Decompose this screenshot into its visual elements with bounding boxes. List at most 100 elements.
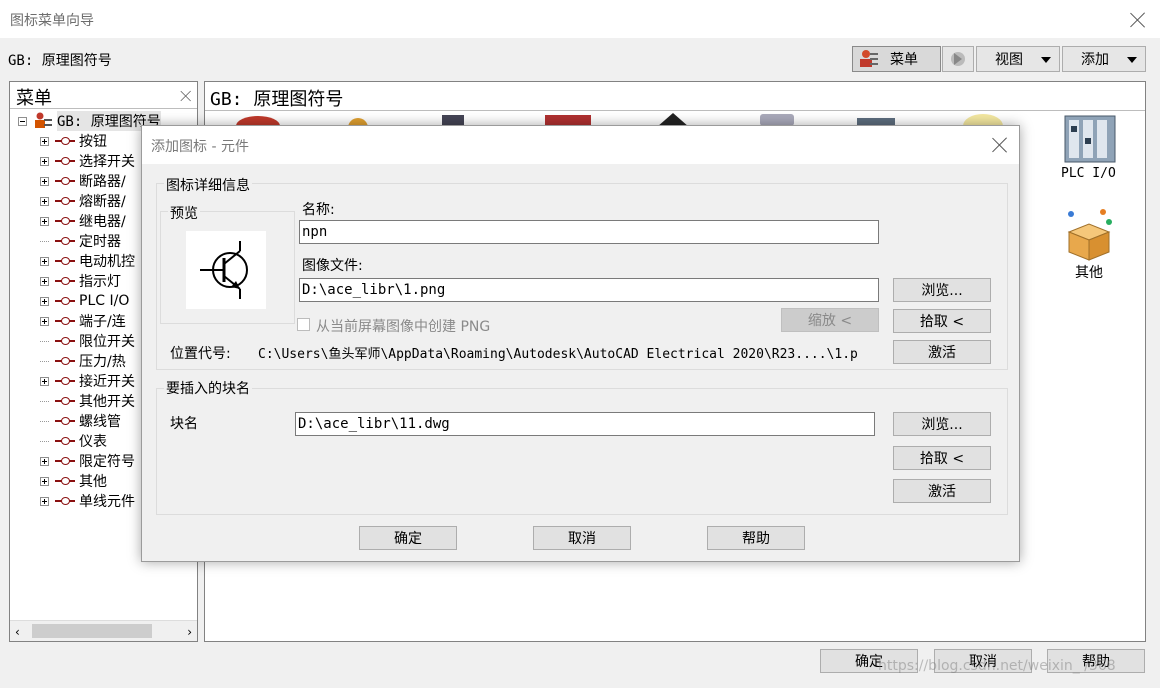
block-group-label: 要插入的块名 [164, 378, 252, 398]
tree-item[interactable]: 螺线管 [40, 411, 121, 431]
dialog-ok-button[interactable]: 确定 [359, 526, 457, 550]
pilot-light-category-icon[interactable] [960, 112, 1006, 126]
dialog-cancel-button[interactable]: 取消 [533, 526, 631, 550]
component-symbol-icon [55, 256, 75, 266]
block-name-input[interactable]: D:\ace_libr\11.dwg [295, 412, 875, 436]
other-box-icon[interactable] [1063, 206, 1115, 262]
tree-item[interactable]: PLC I/O [40, 291, 129, 311]
tree-item[interactable]: 继电器/ [40, 211, 126, 231]
view-dropdown[interactable]: 视图 [976, 46, 1060, 72]
tree-item-label: 按钮 [79, 134, 107, 150]
expand-icon[interactable] [40, 376, 49, 386]
component-symbol-icon [55, 416, 75, 426]
window-titlebar: 图标菜单向导 [0, 0, 1160, 38]
dialog-help-button[interactable]: 帮助 [707, 526, 805, 550]
component-symbol-icon [55, 276, 75, 286]
zoom-button[interactable]: 缩放 < [781, 308, 879, 332]
create-png-label: 从当前屏幕图像中创建 PNG [316, 319, 491, 335]
component-symbol-icon [55, 356, 75, 366]
expand-icon[interactable] [40, 196, 49, 206]
tree-item[interactable]: 其他 [40, 471, 107, 491]
tree-item-label: 螺线管 [79, 414, 121, 430]
component-symbol-icon [55, 296, 75, 306]
tree-item[interactable]: 指示灯 [40, 271, 121, 291]
refresh-button[interactable] [942, 46, 974, 72]
tree-root[interactable]: GB: 原理图符号 [18, 111, 161, 131]
timer-category-icon[interactable] [758, 112, 796, 126]
component-symbol-icon [55, 376, 75, 386]
tree-item-label: 限位开关 [79, 334, 135, 350]
add-dropdown[interactable]: 添加 [1062, 46, 1146, 72]
name-input[interactable]: npn [299, 220, 879, 244]
tree-horizontal-scrollbar[interactable]: ‹ › [10, 620, 197, 641]
menu-tree-title: 菜单 [16, 88, 52, 109]
image-pick-button[interactable]: 拾取 < [893, 309, 991, 333]
collapse-icon[interactable] [18, 116, 27, 126]
block-pick-button[interactable]: 拾取 < [893, 446, 991, 470]
npn-transistor-icon [200, 241, 248, 299]
tree-connector [40, 420, 49, 422]
component-symbol-icon [55, 456, 75, 466]
library-subtitle: GB: 原理图符号 [8, 53, 112, 69]
dialog-close-icon[interactable] [992, 137, 1008, 153]
create-png-checkbox[interactable] [297, 318, 310, 331]
tree-item[interactable]: 按钮 [40, 131, 107, 151]
tree-item-label: 单线元件 [79, 494, 135, 510]
image-file-input[interactable]: D:\ace_libr\1.png [299, 278, 879, 302]
expand-icon[interactable] [40, 476, 49, 486]
expand-icon[interactable] [40, 136, 49, 146]
component-symbol-icon [55, 316, 75, 326]
expand-icon[interactable] [40, 316, 49, 326]
block-group [156, 388, 1008, 515]
expand-icon[interactable] [40, 256, 49, 266]
tree-item[interactable]: 接近开关 [40, 371, 135, 391]
tree-item[interactable]: 仪表 [40, 431, 107, 451]
window-title: 图标菜单向导 [10, 13, 94, 29]
window-close-icon[interactable] [1130, 12, 1146, 28]
expand-icon[interactable] [40, 216, 49, 226]
expand-icon[interactable] [40, 276, 49, 286]
tree-item[interactable]: 选择开关 [40, 151, 135, 171]
plc-io-icon[interactable] [1063, 112, 1117, 164]
tree-item[interactable]: 熔断器/ [40, 191, 126, 211]
tree-item-label: 继电器/ [79, 214, 126, 230]
watermark-text: https://blog.csdn.net/weixin_ /368 [878, 658, 1116, 674]
image-activate-button[interactable]: 激活 [893, 340, 991, 364]
panel-close-icon[interactable] [180, 90, 191, 101]
expand-icon[interactable] [40, 176, 49, 186]
icon-grid-title: GB: 原理图符号 [210, 89, 344, 110]
scroll-left-icon[interactable]: ‹ [15, 625, 20, 639]
component-symbol-icon [55, 436, 75, 446]
component-symbol-icon [55, 136, 75, 146]
menu-button[interactable]: 菜单 [852, 46, 941, 72]
expand-icon[interactable] [40, 496, 49, 506]
tree-item[interactable]: 压力/热 [40, 351, 126, 371]
block-activate-button[interactable]: 激活 [893, 479, 991, 503]
other-label: 其他 [1075, 265, 1103, 281]
expand-icon[interactable] [40, 296, 49, 306]
scrollbar-thumb[interactable] [32, 624, 152, 638]
tree-item[interactable]: 断路器/ [40, 171, 126, 191]
root-folder-icon [35, 112, 52, 128]
tree-item[interactable]: 电动机控 [40, 251, 135, 271]
name-label: 名称: [302, 202, 335, 218]
chevron-down-icon [1041, 57, 1051, 63]
component-symbol-icon [55, 156, 75, 166]
component-symbol-icon [55, 216, 75, 226]
tree-item[interactable]: 限定符号 [40, 451, 135, 471]
tree-item[interactable]: 端子/连 [40, 311, 126, 331]
scroll-right-icon[interactable]: › [187, 625, 192, 639]
tree-item-label: PLC I/O [79, 293, 130, 309]
tree-item[interactable]: 其他开关 [40, 391, 135, 411]
tree-item-label: 仪表 [79, 434, 107, 450]
tree-item[interactable]: 单线元件 [40, 491, 135, 511]
tree-item-label: 接近开关 [79, 374, 135, 390]
component-symbol-icon [55, 476, 75, 486]
expand-icon[interactable] [40, 156, 49, 166]
expand-icon[interactable] [40, 456, 49, 466]
tree-item[interactable]: 限位开关 [40, 331, 135, 351]
tree-item[interactable]: 定时器 [40, 231, 121, 251]
dialog-title: 添加图标 - 元件 [151, 139, 249, 155]
image-browse-button[interactable]: 浏览... [893, 278, 991, 302]
block-browse-button[interactable]: 浏览... [893, 412, 991, 436]
